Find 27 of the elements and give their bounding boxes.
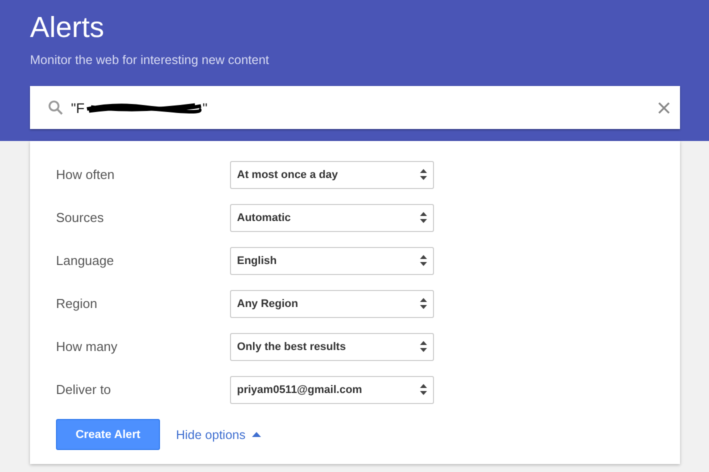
option-label: Region (56, 296, 98, 311)
caret-icon (252, 432, 260, 437)
updown-icon (420, 255, 427, 266)
option-label: How many (56, 339, 118, 354)
option-label: Language (56, 253, 115, 268)
search-icon (48, 100, 63, 115)
option-dropdown[interactable]: priyam0511@gmail.com (230, 376, 434, 404)
option-dropdown[interactable]: Any Region (230, 290, 434, 318)
option-dropdown[interactable]: Automatic (230, 204, 434, 232)
search-text: " (202, 100, 208, 116)
option-label: Sources (56, 210, 105, 225)
close-icon[interactable] (658, 102, 670, 114)
page-subtitle: Monitor the web for interesting new content (30, 53, 270, 67)
option-dropdown[interactable]: At most once a day (230, 160, 434, 188)
option-label: Deliver to (56, 382, 112, 397)
option-dropdown[interactable]: English (230, 246, 434, 274)
updown-icon (420, 298, 427, 309)
page-title: Alerts (30, 12, 106, 44)
search-text: "F (71, 100, 85, 116)
updown-icon (420, 212, 427, 223)
options-link[interactable]: Hide options (176, 428, 260, 442)
updown-icon (420, 169, 427, 180)
option-label: How often (56, 167, 116, 182)
option-dropdown[interactable]: Only the best results (230, 332, 434, 360)
updown-icon (420, 341, 427, 352)
search-field[interactable]: "F " (30, 86, 680, 129)
updown-icon (420, 384, 427, 395)
